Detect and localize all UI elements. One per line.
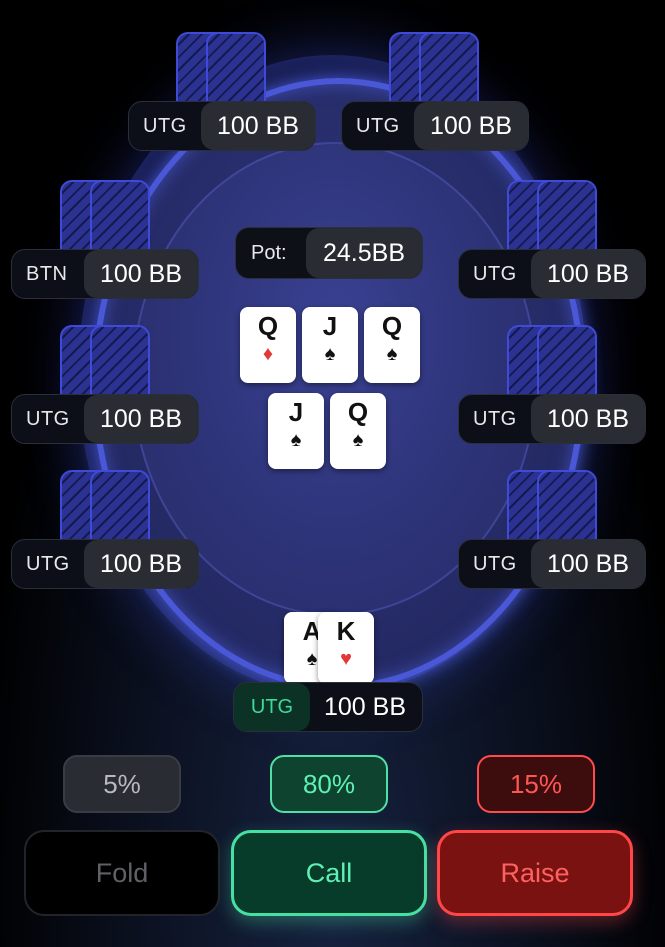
seat-stack: 100 BB <box>83 250 198 298</box>
seat-stack: 100 BB <box>530 250 645 298</box>
seat-stack: 100 BB <box>413 102 528 150</box>
spade-suit-icon: ♠ <box>290 429 302 451</box>
seat-stack: 100 BB <box>200 102 315 150</box>
seat-position: UTG <box>473 407 517 430</box>
spade-suit-icon: ♠ <box>386 343 398 365</box>
call-button[interactable]: Call <box>231 830 427 916</box>
hero-card: K ♥ <box>318 612 374 684</box>
board-card: Q ♠ <box>330 393 386 469</box>
spade-suit-icon: ♠ <box>352 429 364 451</box>
seat-position: UTG <box>473 552 517 575</box>
seat-right-lower[interactable]: UTG 100 BB <box>458 539 646 589</box>
hero-position: UTG <box>234 683 310 731</box>
seat-position: UTG <box>356 114 400 137</box>
card-rank: Q <box>257 311 279 341</box>
seat-stack: 100 BB <box>83 395 198 443</box>
raise-button[interactable]: Raise <box>437 830 633 916</box>
spade-suit-icon: ♠ <box>306 648 318 670</box>
card-rank: J <box>322 311 338 341</box>
card-rank: K <box>336 616 356 646</box>
seat-left-middle[interactable]: UTG 100 BB <box>11 394 199 444</box>
card-rank: J <box>288 397 304 427</box>
heart-suit-icon: ♥ <box>340 648 352 670</box>
seat-right-upper[interactable]: UTG 100 BB <box>458 249 646 299</box>
seat-position: UTG <box>26 407 70 430</box>
pot-display: Pot: 24.5BB <box>235 227 423 279</box>
fold-button[interactable]: Fold <box>24 830 220 916</box>
seat-stack: 100 BB <box>530 540 645 588</box>
seat-position: UTG <box>26 552 70 575</box>
pot-value: 24.5BB <box>306 228 422 278</box>
seat-position: UTG <box>473 262 517 285</box>
pot-label: Pot: <box>251 241 287 264</box>
card-rank: Q <box>381 311 403 341</box>
spade-suit-icon: ♠ <box>324 343 336 365</box>
hero-seat: UTG 100 BB <box>233 682 423 732</box>
seat-top-right[interactable]: UTG 100 BB <box>341 101 529 151</box>
diamond-suit-icon: ♦ <box>262 343 274 365</box>
raise-frequency-badge: 15% <box>477 755 595 813</box>
seat-position: UTG <box>143 114 187 137</box>
seat-right-middle[interactable]: UTG 100 BB <box>458 394 646 444</box>
seat-stack: 100 BB <box>83 540 198 588</box>
card-rank: Q <box>347 397 369 427</box>
seat-stack: 100 BB <box>530 395 645 443</box>
board-card: Q ♠ <box>364 307 420 383</box>
call-frequency-badge: 80% <box>270 755 388 813</box>
board-card: J ♠ <box>302 307 358 383</box>
board-card: J ♠ <box>268 393 324 469</box>
seat-top-left[interactable]: UTG 100 BB <box>128 101 316 151</box>
seat-position: BTN <box>26 262 68 285</box>
hero-stack: 100 BB <box>323 692 406 721</box>
board-card: Q ♦ <box>240 307 296 383</box>
seat-left-upper[interactable]: BTN 100 BB <box>11 249 199 299</box>
seat-left-lower[interactable]: UTG 100 BB <box>11 539 199 589</box>
fold-frequency-badge: 5% <box>63 755 181 813</box>
